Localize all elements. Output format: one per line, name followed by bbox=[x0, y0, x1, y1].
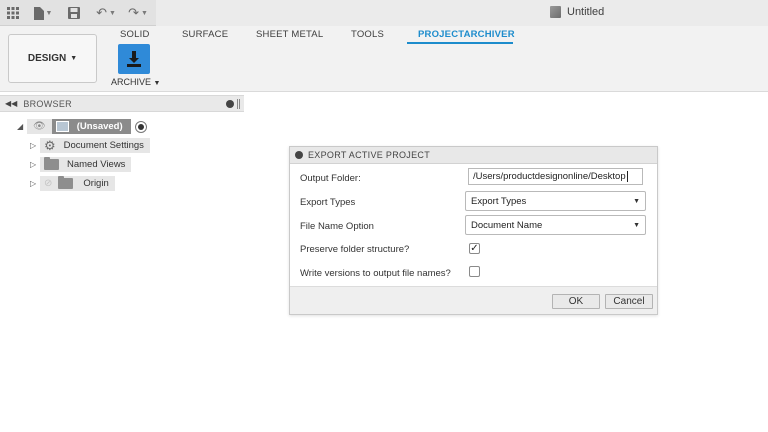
text-cursor bbox=[626, 171, 628, 182]
root-label: (Unsaved) bbox=[76, 121, 123, 132]
tab-tools[interactable]: TOOLS bbox=[351, 29, 384, 40]
export-types-label: Export Types bbox=[300, 196, 356, 208]
archive-icon[interactable] bbox=[118, 44, 150, 74]
browser-title: BROWSER bbox=[23, 98, 72, 109]
title-bar: ▼ ↶ ▼ ↷ ▼ Untitled bbox=[0, 0, 768, 26]
file-name-option-value: Document Name bbox=[471, 219, 543, 231]
browser-item-label: Document Settings bbox=[63, 140, 144, 151]
dialog-title: EXPORT ACTIVE PROJECT bbox=[308, 150, 430, 160]
preserve-folder-checkbox[interactable]: ✓ bbox=[469, 243, 480, 254]
named-views-row: Named Views bbox=[40, 157, 132, 172]
redo-button[interactable]: ↷ ▼ bbox=[125, 5, 151, 21]
undo-button[interactable]: ↶ ▼ bbox=[93, 5, 119, 21]
preserve-folder-label: Preserve folder structure? bbox=[300, 243, 410, 255]
browser-root-item[interactable]: ◢ 👁 (Unsaved) bbox=[17, 119, 147, 134]
root-component[interactable]: (Unsaved) bbox=[51, 119, 131, 134]
workspace-switcher-button[interactable]: DESIGN ▼ bbox=[8, 34, 97, 83]
expand-arrow-icon[interactable]: ◢ bbox=[17, 122, 27, 131]
chevron-down-icon: ▼ bbox=[153, 80, 161, 87]
export-types-select[interactable]: Export Types ▼ bbox=[465, 191, 646, 211]
tab-surface[interactable]: SURFACE bbox=[182, 29, 228, 40]
browser-item-origin[interactable]: ▷ ⊘ Origin bbox=[30, 176, 115, 191]
document-settings-row: ⚙ Document Settings bbox=[40, 138, 150, 153]
undo-icon: ↶ bbox=[96, 5, 107, 20]
file-name-option-select[interactable]: Document Name ▼ bbox=[465, 215, 646, 235]
output-folder-value: /Users/productdesignonline/Desktop bbox=[473, 171, 626, 182]
ribbon: SOLID SURFACE SHEET METAL TOOLS PROJECTA… bbox=[0, 26, 768, 92]
workspace-label: DESIGN bbox=[27, 53, 67, 64]
chevron-down-icon: ▼ bbox=[140, 9, 148, 17]
redo-icon: ↷ bbox=[128, 5, 139, 20]
write-versions-label: Write versions to output file names? bbox=[300, 267, 451, 279]
export-types-value: Export Types bbox=[471, 195, 527, 207]
save-icon[interactable] bbox=[67, 5, 81, 21]
document-title: Untitled bbox=[567, 6, 605, 18]
browser-item-label: Named Views bbox=[67, 159, 126, 170]
visibility-eye-icon[interactable]: 👁 bbox=[33, 121, 46, 132]
tab-projectarchiver[interactable]: PROJECTARCHIVER bbox=[418, 29, 515, 40]
chevron-down-icon: ▼ bbox=[108, 9, 116, 17]
root-row: 👁 bbox=[27, 119, 52, 134]
document-icon bbox=[550, 6, 561, 18]
component-icon bbox=[55, 121, 69, 132]
grid-icon[interactable] bbox=[6, 5, 20, 21]
expand-arrow-icon[interactable]: ▷ bbox=[30, 179, 40, 188]
archive-button[interactable]: ARCHIVE ▼ bbox=[111, 77, 160, 87]
activate-radio-icon[interactable] bbox=[134, 120, 147, 133]
chevron-down-icon: ▼ bbox=[45, 9, 53, 17]
dialog-header: EXPORT ACTIVE PROJECT bbox=[290, 147, 657, 164]
write-versions-checkbox[interactable] bbox=[469, 266, 480, 277]
browser-item-document-settings[interactable]: ▷ ⚙ Document Settings bbox=[30, 138, 150, 153]
checkmark-icon: ✓ bbox=[470, 242, 479, 254]
collapse-panel-icon[interactable]: ◀◀ bbox=[5, 99, 17, 108]
output-folder-label: Output Folder: bbox=[300, 172, 361, 184]
expand-arrow-icon[interactable]: ▷ bbox=[30, 141, 40, 150]
ribbon-tabs: SOLID SURFACE SHEET METAL TOOLS PROJECTA… bbox=[0, 26, 768, 44]
tab-solid[interactable]: SOLID bbox=[120, 29, 150, 40]
cancel-button[interactable]: Cancel bbox=[605, 294, 653, 309]
chevron-down-icon: ▼ bbox=[70, 55, 78, 62]
panel-resize-handle[interactable] bbox=[237, 99, 240, 109]
gear-icon: ⚙ bbox=[44, 138, 56, 153]
browser-item-label: Origin bbox=[83, 178, 109, 189]
folder-icon bbox=[58, 176, 74, 189]
file-icon bbox=[33, 6, 44, 20]
archive-label: ARCHIVE bbox=[111, 77, 152, 87]
chevron-down-icon: ▼ bbox=[633, 198, 640, 205]
file-menu-button[interactable]: ▼ bbox=[31, 5, 55, 21]
file-name-option-label: File Name Option bbox=[300, 220, 374, 232]
output-folder-input[interactable]: /Users/productdesignonline/Desktop bbox=[468, 168, 643, 185]
active-tab-indicator bbox=[407, 42, 513, 44]
folder-icon bbox=[44, 157, 59, 170]
collapse-icon[interactable] bbox=[295, 151, 303, 159]
browser-header: ◀◀ BROWSER bbox=[0, 95, 244, 112]
ok-button[interactable]: OK bbox=[552, 294, 600, 309]
document-tab[interactable]: Untitled bbox=[550, 6, 604, 18]
dialog-footer: OK Cancel bbox=[290, 286, 657, 314]
hidden-eye-icon[interactable]: ⊘ bbox=[44, 178, 52, 189]
origin-row: ⊘ Origin bbox=[40, 176, 115, 191]
tab-sheet-metal[interactable]: SHEET METAL bbox=[256, 29, 323, 40]
expand-arrow-icon[interactable]: ▷ bbox=[30, 160, 40, 169]
chevron-down-icon: ▼ bbox=[633, 222, 640, 229]
browser-item-named-views[interactable]: ▷ Named Views bbox=[30, 157, 132, 172]
panel-collapse-icon[interactable] bbox=[226, 100, 234, 108]
